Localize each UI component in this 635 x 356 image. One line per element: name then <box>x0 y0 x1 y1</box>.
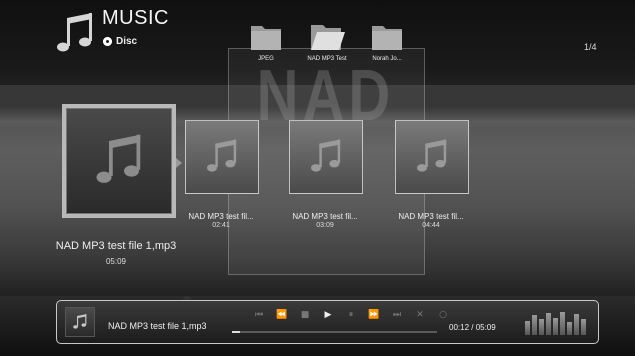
page-title: MUSIC <box>102 7 169 29</box>
track-thumb-2[interactable] <box>185 120 259 194</box>
now-playing-bar: NAD MP3 test file 1,mp3 ⏮ ⏪ ■ ▶ ⏸ ⏩ ⏭ ✕ ○ 00:12 … <box>56 300 599 344</box>
folder-label: Norah Jo... <box>372 56 402 62</box>
play-icon[interactable]: ▶ <box>322 310 334 320</box>
track-thumb-1[interactable] <box>62 104 176 218</box>
stop-icon[interactable]: ■ <box>299 310 311 320</box>
music-note-icon <box>207 139 237 172</box>
repeat-icon[interactable]: ○ <box>437 310 449 320</box>
spectrum-bar <box>539 319 544 335</box>
source-label: Disc <box>116 36 138 47</box>
folder-icon <box>251 26 281 50</box>
now-playing-title: NAD MP3 test file 1,mp3 <box>108 321 207 331</box>
folder-icon <box>372 26 402 50</box>
skip-back-icon[interactable]: ⏮ <box>253 310 265 320</box>
progress-fill <box>232 331 241 333</box>
music-notes-icon <box>57 13 92 52</box>
spectrum-bar <box>567 322 572 335</box>
folder-label: NAD MP3 Test <box>307 56 347 62</box>
spectrum-bar <box>525 321 530 335</box>
folder-jpeg[interactable]: JPEG <box>236 20 296 62</box>
spectrum-bar <box>581 319 586 335</box>
track-name-selected: NAD MP3 test file 1,mp3 <box>55 240 177 252</box>
music-note-icon <box>73 314 87 329</box>
spectrum-bar <box>546 313 551 335</box>
track-name: NAD MP3 test fil... <box>398 212 464 221</box>
now-playing-thumb <box>65 307 95 337</box>
pause-icon[interactable]: ⏸ <box>345 310 357 320</box>
spectrum-analyzer <box>525 309 589 335</box>
spectrum-bar <box>532 315 537 335</box>
playback-controls: ⏮ ⏪ ■ ▶ ⏸ ⏩ ⏭ ✕ ○ <box>253 310 449 320</box>
track-name: NAD MP3 test fil... <box>188 212 254 221</box>
track-duration: 03:09 <box>316 222 334 229</box>
folder-open-icon <box>311 25 345 50</box>
folder-norah-jones[interactable]: Norah Jo... <box>357 20 417 62</box>
disc-icon <box>103 37 112 46</box>
shuffle-icon[interactable]: ✕ <box>414 310 426 320</box>
track-thumb-4[interactable] <box>395 120 469 194</box>
progress-bar[interactable] <box>232 331 437 333</box>
spectrum-bar <box>560 312 565 335</box>
page-indicator: 1/4 <box>584 42 597 52</box>
track-duration-selected: 05:09 <box>105 257 127 266</box>
track-thumb-3[interactable] <box>289 120 363 194</box>
music-browser-screen: NAD MUSIC Disc 1/4 JPEG NAD MP3 Test Nor… <box>0 0 635 356</box>
selection-arrow-icon <box>176 158 182 168</box>
spectrum-bar <box>553 318 558 335</box>
rewind-icon[interactable]: ⏪ <box>276 310 288 320</box>
track-name: NAD MP3 test fil... <box>292 212 358 221</box>
music-note-icon <box>417 139 447 172</box>
time-readout: 00:12 / 05:09 <box>449 323 496 332</box>
spectrum-bar <box>574 314 579 335</box>
track-duration: 02:41 <box>212 222 230 229</box>
folder-label: JPEG <box>258 56 274 62</box>
source-selector[interactable]: Disc <box>103 36 137 47</box>
fast-forward-icon[interactable]: ⏩ <box>368 310 380 320</box>
music-note-icon <box>311 139 341 172</box>
folder-nad-mp3-test[interactable]: NAD MP3 Test <box>297 20 357 62</box>
music-note-icon <box>96 134 141 183</box>
skip-forward-icon[interactable]: ⏭ <box>391 310 403 320</box>
track-duration: 04:44 <box>422 222 440 229</box>
